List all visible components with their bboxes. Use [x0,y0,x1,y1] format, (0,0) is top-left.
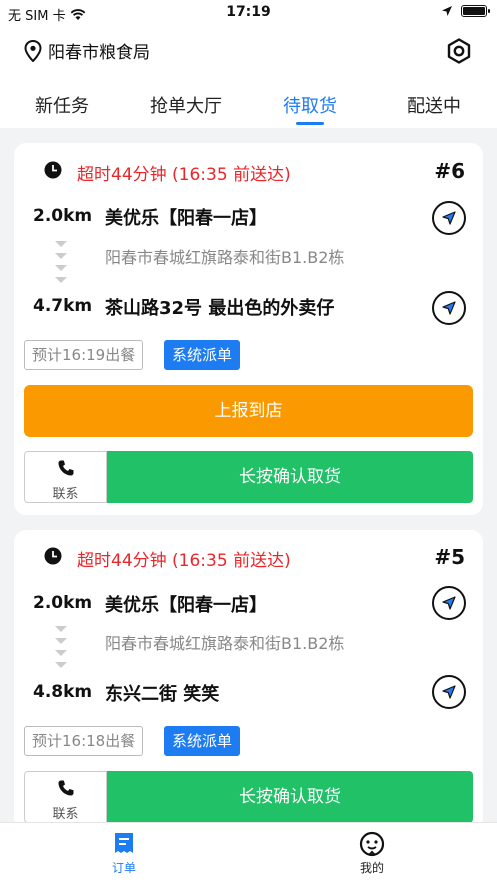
location-selector[interactable]: 阳春市粮食局 [24,38,150,63]
battery-icon [461,5,490,17]
dispatch-type-badge: 系统派单 [164,340,241,370]
order-card: 超时44分钟 (16:35 前送达) #6 2.0km 美优乐【阳春一店】 阳春… [14,143,483,515]
confirm-pickup-button[interactable]: 长按确认取货 [107,771,473,823]
dropoff-name: 茶山路32号 最出色的外卖仔 [105,298,335,319]
tab-new-tasks[interactable]: 新任务 [0,92,124,118]
overdue-status: 超时44分钟 (16:35 前送达) [77,551,291,571]
order-icon [115,833,133,853]
contact-label: 联系 [52,807,79,822]
meal-ready-time-tag: 预计16:18出餐 [24,726,144,756]
navigation-arrow-icon [442,685,456,699]
route-connector [54,241,68,289]
contact-label: 联系 [52,487,79,502]
header: 阳春市粮食局 新任务 抢单大厅 待取货 配送中 [0,26,497,128]
navigation-arrow-icon [442,211,456,225]
contact-button[interactable]: 联系 [24,771,107,823]
pickup-store-name: 美优乐【阳春一店】 [105,208,267,229]
order-number: #6 [434,159,465,183]
pickup-store-name: 美优乐【阳春一店】 [105,595,267,616]
nav-profile-label: 我的 [359,861,384,875]
order-number: #5 [434,545,465,569]
clock-icon [44,161,62,179]
overdue-status: 超时44分钟 (16:35 前送达) [77,165,291,185]
location-arrow-icon [442,6,452,16]
phone-icon [58,780,74,796]
meal-ready-time-tag: 预计16:19出餐 [24,340,144,370]
phone-icon [58,460,74,476]
location-label: 阳春市粮食局 [48,43,150,63]
pickup-distance: 2.0km [33,593,93,613]
map-pin-icon [24,39,42,62]
pickup-address: 阳春市春城红旗路泰和街B1.B2栋 [105,634,345,653]
dispatch-type-badge: 系统派单 [164,726,241,756]
tab-bar: 新任务 抢单大厅 待取货 配送中 [0,86,497,128]
pickup-navigate-button[interactable] [432,201,466,235]
pickup-address: 阳春市春城红旗路泰和街B1.B2栋 [105,248,345,267]
contact-button[interactable]: 联系 [24,451,107,503]
dropoff-name: 东兴二街 笑笑 [105,684,220,705]
navigation-arrow-icon [442,301,456,315]
report-arrival-button[interactable]: 上报到店 [24,385,473,437]
order-card: 超时44分钟 (16:35 前送达) #5 2.0km 美优乐【阳春一店】 阳春… [14,530,483,830]
nav-orders-label: 订单 [111,861,136,875]
clock-icon [44,547,62,565]
dropoff-distance: 4.7km [33,296,93,316]
pickup-navigate-button[interactable] [432,586,466,620]
profile-icon [359,831,385,857]
gear-icon [447,38,471,64]
nav-orders[interactable]: 订单 [84,831,164,876]
dropoff-distance: 4.8km [33,682,93,702]
clock-time: 17:19 [226,4,271,20]
nav-profile[interactable]: 我的 [332,831,412,876]
navigation-arrow-icon [442,596,456,610]
tab-delivering[interactable]: 配送中 [372,92,496,118]
pickup-distance: 2.0km [33,206,93,226]
dropoff-navigate-button[interactable] [432,675,466,709]
tab-grab-hall[interactable]: 抢单大厅 [124,92,248,118]
tab-awaiting-pickup[interactable]: 待取货 [248,92,372,118]
active-tab-indicator [296,122,324,125]
route-connector [54,626,68,674]
status-bar: 无 SIM 卡 17:19 [0,0,497,26]
confirm-pickup-button[interactable]: 长按确认取货 [107,451,473,503]
bottom-nav: 订单 我的 [0,822,497,883]
dropoff-navigate-button[interactable] [432,291,466,325]
settings-button[interactable] [445,37,473,65]
